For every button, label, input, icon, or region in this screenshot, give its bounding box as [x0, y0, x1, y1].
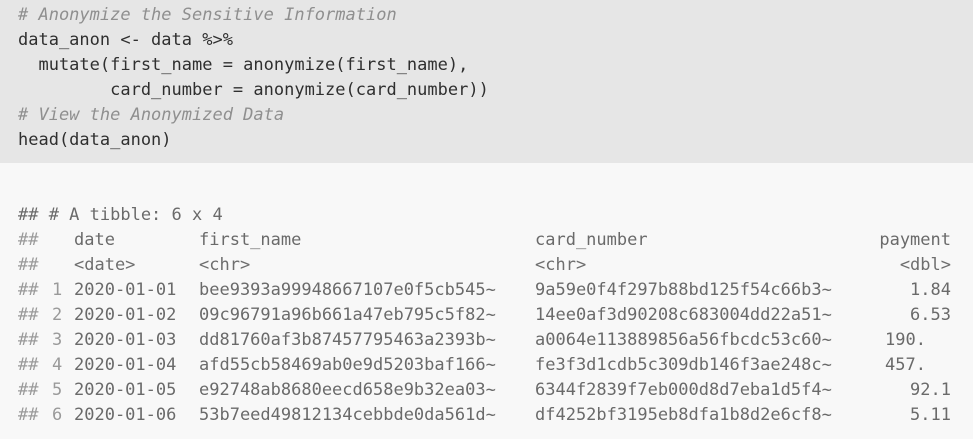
cell-date: 2020-01-01 — [74, 280, 177, 300]
cell-card-number: fe3f3d1cdb5c309db146f3ae248c~ — [535, 355, 832, 375]
cell-date: 2020-01-02 — [74, 305, 177, 325]
row-index: 2 — [52, 305, 63, 325]
row-index: 3 — [52, 330, 63, 350]
code-chunk: # Anonymize the Sensitive Information da… — [0, 0, 973, 163]
column-header-date: date — [74, 230, 115, 250]
cell-date: 2020-01-04 — [74, 355, 177, 375]
row-index: 6 — [52, 405, 63, 425]
console-output: ## # A tibble: 6 x 4 ## date first_name … — [0, 163, 973, 439]
column-type-payment: <dbl> — [899, 255, 951, 275]
cell-first-name: e92748ab8680eecd658e9b32ea03~ — [199, 380, 496, 400]
cell-date: 2020-01-06 — [74, 405, 177, 425]
output-prefix: ## — [18, 330, 39, 350]
cell-date: 2020-01-05 — [74, 380, 177, 400]
code-line-mutate: mutate(first_name = anonymize(first_name… — [18, 55, 469, 75]
cell-first-name: 09c96791a96b661a47eb795c5f82~ — [199, 305, 496, 325]
cell-first-name: bee9393a99948667107e0f5cb545~ — [199, 280, 496, 300]
cell-card-number: 6344f2839f7eb000d8d7eba1d5f4~ — [535, 380, 832, 400]
code-line-head: head(data_anon) — [18, 130, 172, 150]
output-prefix: ## — [18, 280, 39, 300]
column-header-card-number: card_number — [535, 230, 648, 250]
cell-card-number: df4252bf3195eb8dfa1b8d2e6cf8~ — [535, 405, 832, 425]
cell-first-name: afd55cb58469ab0e9d5203baf166~ — [199, 355, 496, 375]
tibble-summary: ## # A tibble: 6 x 4 — [18, 205, 223, 225]
cell-card-number: 9a59e0f4f297b88bd125f54c66b3~ — [535, 280, 832, 300]
column-header-payment: payment — [879, 230, 951, 250]
row-index: 4 — [52, 355, 63, 375]
output-prefix: ## — [18, 380, 39, 400]
cell-payment: 190. — [885, 330, 926, 350]
cell-payment: 6.53 — [910, 305, 951, 325]
column-type-date: <date> — [74, 255, 136, 275]
column-header-first-name: first_name — [199, 230, 302, 250]
cell-card-number: 14ee0af3d90208c683004dd22a51~ — [535, 305, 832, 325]
column-type-first-name: <chr> — [199, 255, 251, 275]
cell-date: 2020-01-03 — [74, 330, 177, 350]
output-prefix: ## — [18, 305, 39, 325]
cell-first-name: 53b7eed49812134cebbde0da561d~ — [199, 405, 496, 425]
code-line-comment-anonymize: # Anonymize the Sensitive Information — [18, 5, 397, 25]
code-line-card-number: card_number = anonymize(card_number)) — [18, 80, 489, 100]
output-prefix: ## — [18, 255, 39, 275]
cell-payment: 92.1 — [910, 380, 951, 400]
output-prefix: ## — [18, 355, 39, 375]
output-prefix: ## — [18, 230, 39, 250]
cell-payment: 457. — [885, 355, 926, 375]
cell-payment: 1.84 — [910, 280, 951, 300]
cell-first-name: dd81760af3b87457795463a2393b~ — [199, 330, 496, 350]
row-index: 5 — [52, 380, 63, 400]
code-line-comment-view: # View the Anonymized Data — [18, 105, 285, 125]
row-index: 1 — [52, 280, 63, 300]
cell-payment: 5.11 — [910, 405, 951, 425]
cell-card-number: a0064e113889856a56fbcdc53c60~ — [535, 330, 832, 350]
column-type-card-number: <chr> — [535, 255, 587, 275]
code-line-assign: data_anon <- data %>% — [18, 30, 233, 50]
output-prefix: ## — [18, 405, 39, 425]
